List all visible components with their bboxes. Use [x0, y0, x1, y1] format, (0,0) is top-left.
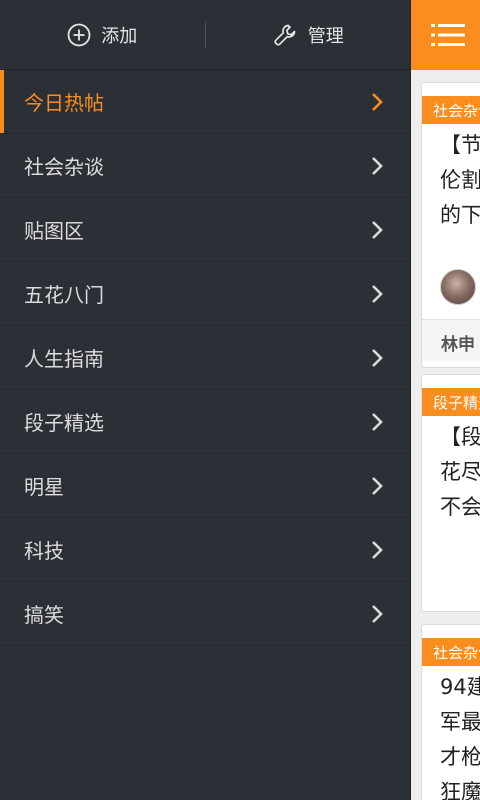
menu-item-jokes-select[interactable]: 段子精选: [0, 390, 410, 454]
post-title: 【段 花尽 不会: [422, 416, 480, 525]
menu-item-label: 今日热帖: [24, 91, 104, 115]
main-content-peek: 社会杂谈 【节 伦割 的下 林申 段子精选 【段 花尽 不会 社会杂谈 94建 …: [410, 0, 480, 800]
side-drawer: 添加 管理 今日热帖 社会杂谈 贴图区 五花八门 人生指南 段子精选 明星 科技…: [0, 0, 410, 800]
manage-button[interactable]: 管理: [206, 0, 411, 69]
menu-item-pictures[interactable]: 贴图区: [0, 198, 410, 262]
post-title-line: 不会: [440, 495, 480, 519]
menu-item-label: 人生指南: [24, 347, 104, 371]
post-author: 林申: [422, 319, 480, 361]
content-header: [411, 0, 480, 70]
post-category-tag: 社会杂谈: [422, 96, 480, 124]
chevron-right-icon: [372, 92, 383, 111]
chevron-right-icon: [372, 348, 383, 367]
post-title-line: 94建: [440, 675, 480, 699]
menu-item-label: 搞笑: [24, 603, 64, 627]
post-title-line: 的下: [440, 203, 480, 227]
post-card[interactable]: 社会杂谈 【节 伦割 的下 林申: [421, 82, 480, 368]
post-card[interactable]: 段子精选 【段 花尽 不会: [421, 374, 480, 612]
menu-item-social[interactable]: 社会杂谈: [0, 134, 410, 198]
menu-item-label: 科技: [24, 539, 64, 563]
chevron-right-icon: [372, 412, 383, 431]
post-title: 【节 伦割 的下: [422, 124, 480, 233]
avatar: [440, 269, 476, 305]
post-title-line: 伦割: [440, 168, 480, 192]
post-title-line: 【段: [440, 425, 480, 449]
wrench-icon: [274, 24, 296, 46]
menu-item-celebrity[interactable]: 明星: [0, 454, 410, 518]
post-title: 94建 军最 才枪 狂魔: [422, 666, 480, 800]
category-menu: 今日热帖 社会杂谈 贴图区 五花八门 人生指南 段子精选 明星 科技 搞笑: [0, 70, 410, 646]
drawer-toolbar: 添加 管理: [0, 0, 410, 70]
menu-item-tech[interactable]: 科技: [0, 518, 410, 582]
chevron-right-icon: [372, 476, 383, 495]
menu-item-today-hot[interactable]: 今日热帖: [0, 70, 410, 134]
hamburger-menu-icon[interactable]: [431, 22, 465, 48]
menu-item-funny[interactable]: 搞笑: [0, 582, 410, 646]
post-title-line: 狂魔: [440, 780, 480, 800]
menu-item-label: 社会杂谈: [24, 155, 104, 179]
menu-item-label: 贴图区: [24, 219, 84, 243]
post-card[interactable]: 社会杂谈 94建 军最 才枪 狂魔: [421, 624, 480, 800]
add-label: 添加: [101, 25, 138, 47]
post-title-line: 才枪: [440, 745, 480, 769]
chevron-right-icon: [372, 540, 383, 559]
post-title-line: 军最: [440, 710, 480, 734]
menu-item-label: 段子精选: [24, 411, 104, 435]
menu-item-label: 明星: [24, 475, 64, 499]
add-button[interactable]: 添加: [0, 0, 205, 69]
chevron-right-icon: [372, 156, 383, 175]
menu-item-life-guide[interactable]: 人生指南: [0, 326, 410, 390]
menu-item-label: 五花八门: [24, 283, 104, 307]
menu-item-misc[interactable]: 五花八门: [0, 262, 410, 326]
post-title-line: 【节: [440, 133, 480, 157]
chevron-right-icon: [372, 604, 383, 623]
plus-circle-icon: [67, 23, 91, 46]
chevron-right-icon: [372, 284, 383, 303]
manage-label: 管理: [307, 25, 344, 47]
post-category-tag: 社会杂谈: [422, 638, 480, 666]
post-category-tag: 段子精选: [422, 388, 480, 416]
chevron-right-icon: [372, 220, 383, 239]
post-title-line: 花尽: [440, 460, 480, 484]
